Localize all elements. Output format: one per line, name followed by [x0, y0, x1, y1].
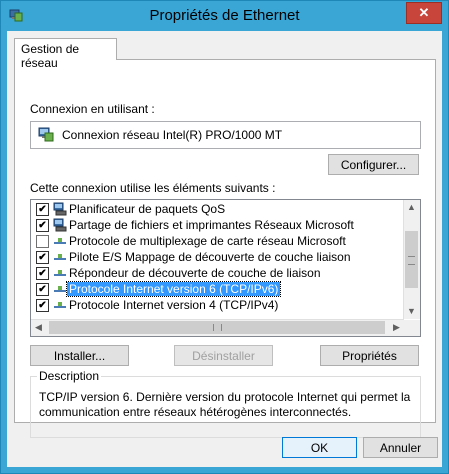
horizontal-scroll-thumb[interactable]	[49, 321, 385, 334]
item-label: Planificateur de paquets QoS	[69, 202, 226, 216]
protocol-icon	[54, 254, 66, 260]
protocol-icon	[54, 238, 66, 244]
tab-label: Gestion de réseau	[21, 42, 80, 70]
item-label: Protocole Internet version 6 (TCP/IPv6)	[65, 281, 282, 297]
item-label: Protocole de multiplexage de carte résea…	[69, 234, 346, 248]
close-button[interactable]: ✕	[406, 2, 442, 24]
list-item[interactable]: ✔ Répondeur de découverte de couche de l…	[31, 265, 405, 281]
grip-icon	[408, 256, 415, 265]
list-item-selected[interactable]: ✔ Protocole Internet version 6 (TCP/IPv6…	[31, 281, 405, 297]
title-bar[interactable]: Propriétés de Ethernet ✕	[1, 1, 448, 31]
scroll-right-icon[interactable]: ▶	[389, 320, 404, 335]
adapter-field: Connexion réseau Intel(R) PRO/1000 MT	[30, 121, 421, 149]
list-item[interactable]: ✔ Protocole Internet version 4 (TCP/IPv4…	[31, 297, 405, 313]
list-item[interactable]: ✔ Partage de fichiers et imprimantes Rés…	[31, 217, 405, 233]
list-item[interactable]: ✔ Planificateur de paquets QoS	[31, 201, 405, 217]
grip-icon	[213, 324, 222, 331]
network-adapter-icon	[38, 127, 54, 142]
list-item[interactable]: Protocole de multiplexage de carte résea…	[31, 233, 405, 249]
protocol-icon	[54, 270, 66, 276]
properties-window: Propriétés de Ethernet ✕ Gestion de rése…	[0, 0, 449, 474]
install-button[interactable]: Installer...	[30, 345, 129, 366]
uninstall-button[interactable]: Désinstaller	[174, 345, 273, 366]
tab-gestion-de-reseau[interactable]: Gestion de réseau	[14, 38, 117, 70]
scroll-corner	[404, 320, 420, 336]
protocol-icon	[54, 286, 66, 292]
item-label: Protocole Internet version 4 (TCP/IPv4)	[69, 298, 279, 312]
scroll-left-icon[interactable]: ◀	[31, 320, 46, 335]
item-checkbox[interactable]: ✔	[36, 219, 49, 232]
item-checkbox[interactable]: ✔	[36, 267, 49, 280]
item-label: Partage de fichiers et imprimantes Résea…	[69, 218, 354, 232]
cancel-button[interactable]: Annuler	[363, 437, 438, 458]
item-label: Pilote E/S Mappage de découverte de couc…	[69, 250, 351, 264]
configure-button[interactable]: Configurer...	[328, 154, 419, 175]
item-checkbox[interactable]: ✔	[36, 203, 49, 216]
network-service-icon	[53, 218, 67, 232]
adapter-name: Connexion réseau Intel(R) PRO/1000 MT	[62, 128, 283, 142]
item-checkbox[interactable]: ✔	[36, 299, 49, 312]
tab-panel: Connexion en utilisant : Connexion résea…	[14, 59, 436, 438]
connection-label: Connexion en utilisant :	[30, 102, 155, 116]
scroll-down-icon[interactable]: ▼	[404, 304, 419, 319]
ok-button[interactable]: OK	[282, 437, 357, 458]
description-title: Description	[37, 369, 102, 383]
components-label: Cette connexion utilise les éléments sui…	[30, 181, 276, 195]
vertical-scrollbar[interactable]: ▲ ▼	[403, 200, 420, 319]
window-title: Propriétés de Ethernet	[149, 7, 300, 24]
list-item[interactable]: ✔ Pilote E/S Mappage de découverte de co…	[31, 249, 405, 265]
item-checkbox[interactable]: ✔	[36, 283, 49, 296]
properties-button[interactable]: Propriétés	[320, 345, 419, 366]
protocol-icon	[54, 302, 66, 308]
item-label: Répondeur de découverte de couche de lia…	[69, 266, 321, 280]
network-service-icon	[53, 202, 67, 216]
components-list[interactable]: ✔ Planificateur de paquets QoS ✔ Partage…	[30, 199, 421, 337]
vertical-scroll-thumb[interactable]	[405, 231, 418, 288]
description-text: TCP/IP version 6. Dernière version du pr…	[39, 390, 411, 419]
scroll-up-icon[interactable]: ▲	[404, 200, 419, 215]
item-checkbox[interactable]	[36, 235, 49, 248]
item-checkbox[interactable]: ✔	[36, 251, 49, 264]
dialog-client: Gestion de réseau Connexion en utilisant…	[7, 31, 442, 467]
horizontal-scrollbar[interactable]: ◀ ▶	[31, 319, 404, 336]
